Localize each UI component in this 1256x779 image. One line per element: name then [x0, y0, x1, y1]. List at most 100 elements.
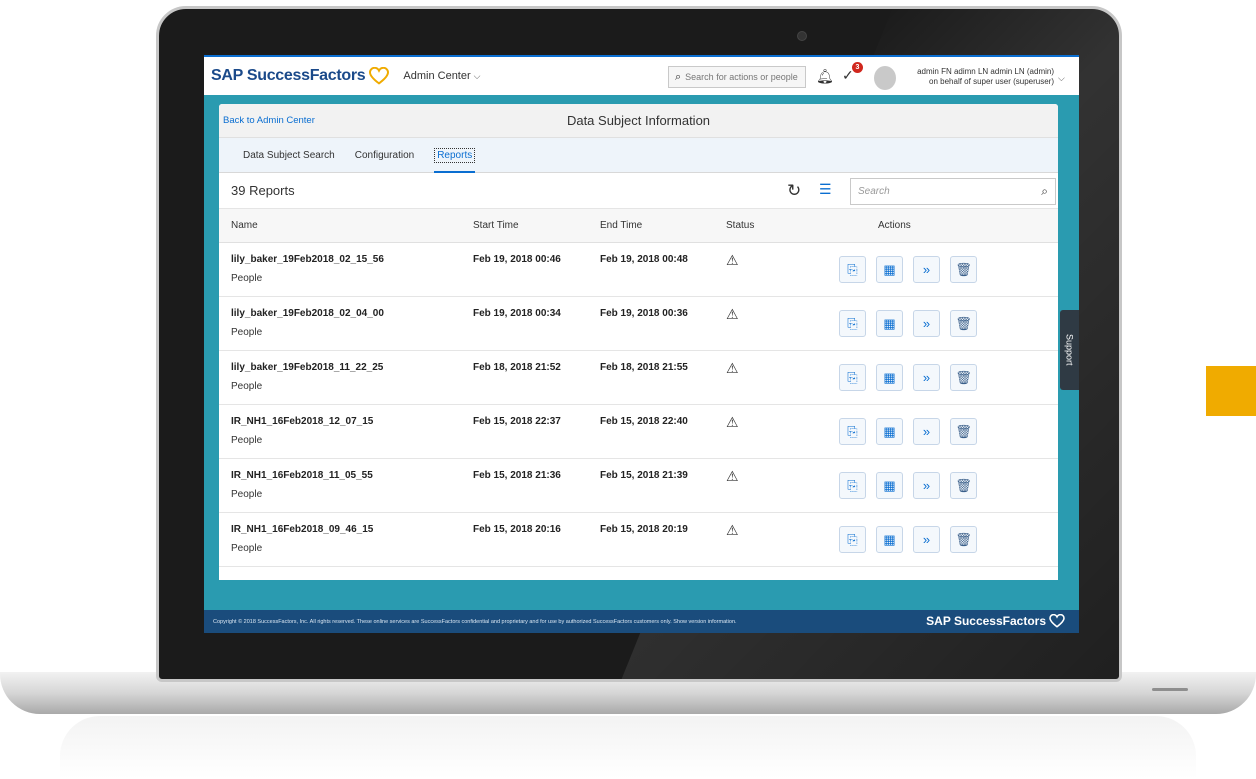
global-search-input[interactable]: ⌕ Search for actions or people — [668, 66, 806, 88]
delete-icon[interactable]: 🗑︎ — [950, 364, 977, 391]
tab-data-subject-search[interactable]: Data Subject Search — [243, 138, 335, 173]
global-search-placeholder: Search for actions or people — [685, 72, 798, 82]
admin-center-label: Admin Center — [403, 70, 471, 82]
tab-reports[interactable]: Reports — [434, 138, 476, 173]
start-time: Feb 15, 2018 21:36 — [473, 470, 561, 481]
table-row[interactable]: IR_NH1_16Feb2018_12_07_15 People Feb 15, 2… — [219, 405, 1058, 459]
export-pdf-icon[interactable]: ⎘ — [839, 472, 866, 499]
table-row[interactable]: lily_baker_19Feb2018_02_04_00 People Feb 1… — [219, 297, 1058, 351]
export-excel-icon[interactable]: ▦ — [876, 364, 903, 391]
forward-icon[interactable]: » — [913, 310, 940, 337]
forward-icon[interactable]: » — [913, 418, 940, 445]
user-proxy: on behalf of super user (superuser) — [929, 77, 1054, 86]
tab-label: Configuration — [354, 149, 415, 161]
delete-icon[interactable]: 🗑︎ — [950, 526, 977, 553]
search-icon: ⌕ — [675, 70, 682, 83]
report-name[interactable]: lily_baker_19Feb2018_11_22_25 — [231, 362, 383, 373]
admin-center-menu[interactable]: Admin Center ⌵ — [403, 70, 480, 82]
tab-bar: Data Subject Search Configuration Report… — [219, 138, 1058, 173]
laptop-reflection — [60, 716, 1196, 779]
export-excel-icon[interactable]: ▦ — [876, 310, 903, 337]
export-excel-icon[interactable]: ▦ — [876, 472, 903, 499]
row-actions: ⎘ ▦ » 🗑︎ — [839, 526, 987, 553]
table-search-placeholder: Search — [858, 186, 890, 197]
delete-icon[interactable]: 🗑︎ — [950, 256, 977, 283]
forward-icon[interactable]: » — [913, 526, 940, 553]
table-body: lily_baker_19Feb2018_02_15_56 People Feb 1… — [219, 243, 1058, 567]
delete-icon[interactable]: 🗑︎ — [950, 310, 977, 337]
tab-label: Data Subject Search — [243, 149, 335, 161]
tab-configuration[interactable]: Configuration — [355, 138, 414, 173]
warning-icon[interactable]: ⚠ — [726, 522, 739, 539]
table-row-partial — [219, 567, 1058, 580]
column-actions: Actions — [878, 220, 911, 231]
export-pdf-icon[interactable]: ⎘ — [839, 418, 866, 445]
camera-icon — [797, 31, 807, 41]
export-pdf-icon[interactable]: ⎘ — [839, 256, 866, 283]
notification-badge: 3 — [852, 62, 863, 73]
report-name[interactable]: IR_NH1_16Feb2018_12_07_15 — [231, 416, 373, 427]
bell-icon[interactable]: 🔔︎ — [816, 68, 834, 85]
warning-icon[interactable]: ⚠ — [726, 414, 739, 431]
column-status[interactable]: Status — [726, 220, 754, 231]
table-row[interactable]: IR_NH1_16Feb2018_11_05_55 People Feb 15, 2… — [219, 459, 1058, 513]
end-time: Feb 18, 2018 21:55 — [600, 362, 688, 373]
table-row[interactable]: lily_baker_19Feb2018_11_22_25 People Feb 1… — [219, 351, 1058, 405]
export-excel-icon[interactable]: ▦ — [876, 256, 903, 283]
report-name[interactable]: IR_NH1_16Feb2018_11_05_55 — [231, 470, 373, 481]
start-time: Feb 15, 2018 20:16 — [473, 524, 561, 535]
delete-icon[interactable]: 🗑︎ — [950, 472, 977, 499]
report-name[interactable]: lily_baker_19Feb2018_02_04_00 — [231, 308, 384, 319]
table-row[interactable]: lily_baker_19Feb2018_02_15_56 People Feb 1… — [219, 243, 1058, 297]
report-type: People — [231, 381, 263, 392]
end-time: Feb 19, 2018 00:48 — [600, 254, 688, 265]
table-header: Name Start Time End Time Status Actions — [219, 209, 1058, 243]
warning-icon[interactable]: ⚠ — [726, 468, 739, 485]
footer: Copyright © 2018 SuccessFactors, Inc. Al… — [204, 610, 1079, 633]
forward-icon[interactable]: » — [913, 364, 940, 391]
brand-logo[interactable]: SAP SuccessFactors — [211, 67, 390, 85]
report-count: 39 Reports — [231, 183, 295, 198]
page-header: Back to Admin Center Data Subject Inform… — [219, 104, 1058, 138]
avatar[interactable] — [874, 66, 896, 90]
export-pdf-icon[interactable]: ⎘ — [839, 364, 866, 391]
delete-icon[interactable]: 🗑︎ — [950, 418, 977, 445]
row-actions: ⎘ ▦ » 🗑︎ — [839, 472, 987, 499]
forward-icon[interactable]: » — [913, 472, 940, 499]
start-time: Feb 18, 2018 21:52 — [473, 362, 561, 373]
report-name[interactable]: lily_baker_19Feb2018_02_15_56 — [231, 254, 384, 265]
export-excel-icon[interactable]: ▦ — [876, 418, 903, 445]
laptop-mockup: SAP SuccessFactors Admin Center ⌵ ⌕ Sear… — [0, 0, 1256, 779]
support-tab[interactable]: Support — [1060, 310, 1079, 390]
heart-logo-icon — [369, 67, 390, 85]
start-time: Feb 19, 2018 00:34 — [473, 308, 561, 319]
warning-icon[interactable]: ⚠ — [726, 306, 739, 323]
app-screen: SAP SuccessFactors Admin Center ⌵ ⌕ Sear… — [204, 55, 1079, 633]
column-end-time[interactable]: End Time — [600, 220, 642, 231]
report-type: People — [231, 543, 263, 554]
tab-label: Reports — [434, 147, 476, 163]
chevron-down-icon[interactable]: ⌵ — [1058, 73, 1065, 84]
warning-icon[interactable]: ⚠ — [726, 360, 739, 377]
export-pdf-icon[interactable]: ⎘ — [839, 526, 866, 553]
end-time: Feb 15, 2018 21:39 — [600, 470, 688, 481]
report-type: People — [231, 273, 263, 284]
end-time: Feb 19, 2018 00:36 — [600, 308, 688, 319]
refresh-icon[interactable]: ↻ — [787, 181, 801, 201]
forward-icon[interactable]: » — [913, 256, 940, 283]
filter-icon[interactable]: ☰ — [819, 181, 832, 198]
user-menu[interactable]: admin FN adimn LN admin LN (admin) on be… — [904, 67, 1054, 87]
footer-brand-logo: SAP SuccessFactors — [926, 614, 1065, 628]
user-name: admin FN adimn LN admin LN (admin) — [917, 67, 1054, 76]
export-pdf-icon[interactable]: ⎘ — [839, 310, 866, 337]
search-icon[interactable]: ⌕ — [1041, 184, 1048, 199]
warning-icon[interactable]: ⚠ — [726, 252, 739, 269]
column-start-time[interactable]: Start Time — [473, 220, 519, 231]
table-search-input[interactable]: Search ⌕ — [850, 178, 1056, 205]
report-name[interactable]: IR_NH1_16Feb2018_09_46_15 — [231, 524, 373, 535]
column-name[interactable]: Name — [231, 220, 258, 231]
export-excel-icon[interactable]: ▦ — [876, 526, 903, 553]
end-time: Feb 15, 2018 20:19 — [600, 524, 688, 535]
table-row[interactable]: IR_NH1_16Feb2018_09_46_15 People Feb 15, 2… — [219, 513, 1058, 567]
footer-brand-name: SAP SuccessFactors — [926, 614, 1046, 628]
